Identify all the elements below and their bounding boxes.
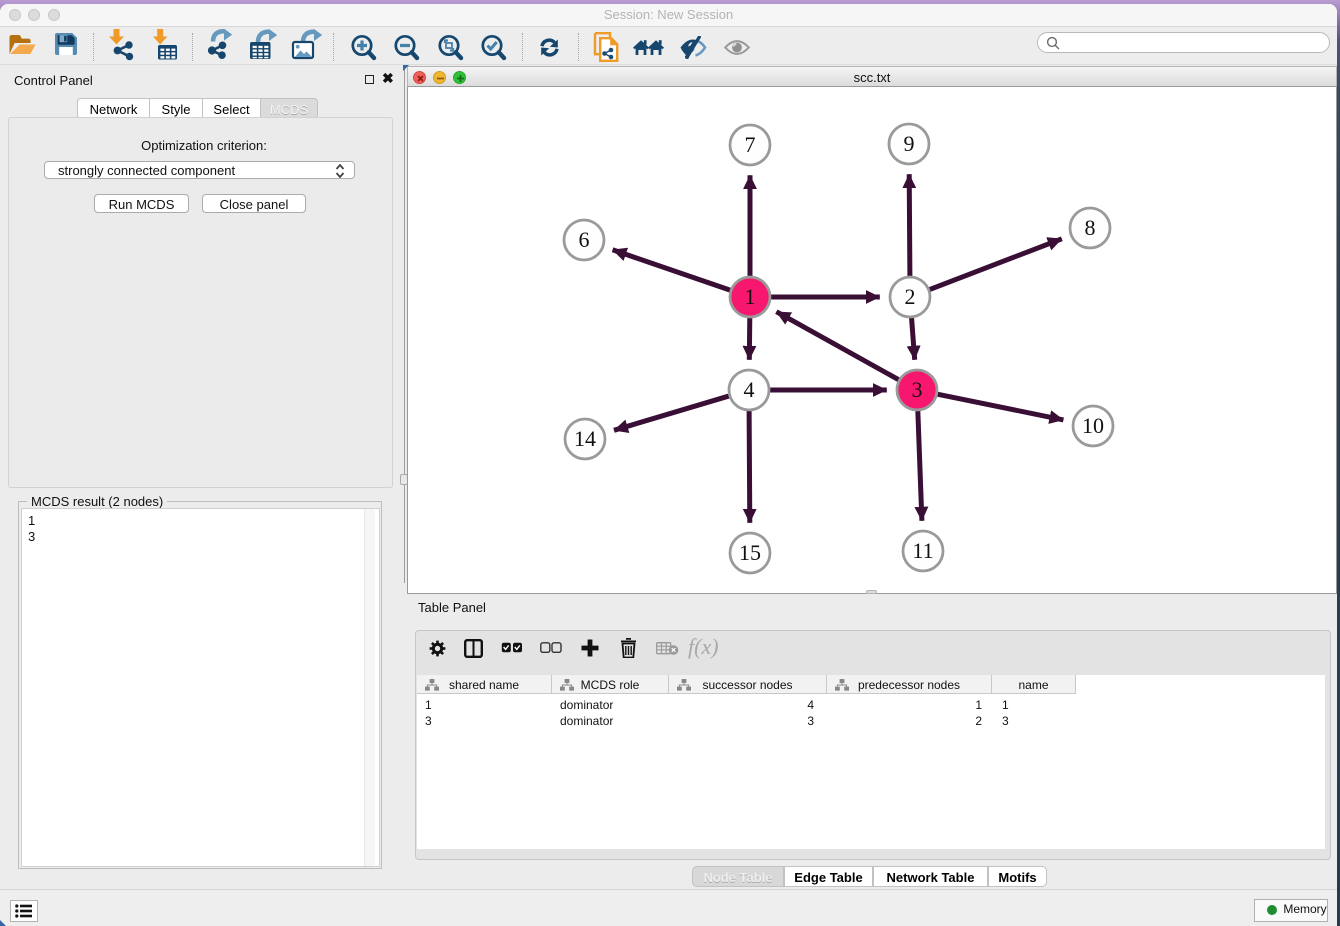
svg-text:1: 1	[745, 284, 756, 309]
svg-text:15: 15	[739, 540, 761, 565]
svg-text:6: 6	[579, 227, 590, 252]
svg-text:8: 8	[1085, 215, 1096, 240]
svg-text:10: 10	[1082, 413, 1104, 438]
svg-text:7: 7	[745, 132, 756, 157]
svg-text:3: 3	[912, 377, 923, 402]
svg-text:14: 14	[574, 426, 596, 451]
svg-text:9: 9	[904, 131, 915, 156]
svg-text:4: 4	[744, 377, 755, 402]
svg-text:2: 2	[905, 284, 916, 309]
svg-text:11: 11	[912, 538, 933, 563]
